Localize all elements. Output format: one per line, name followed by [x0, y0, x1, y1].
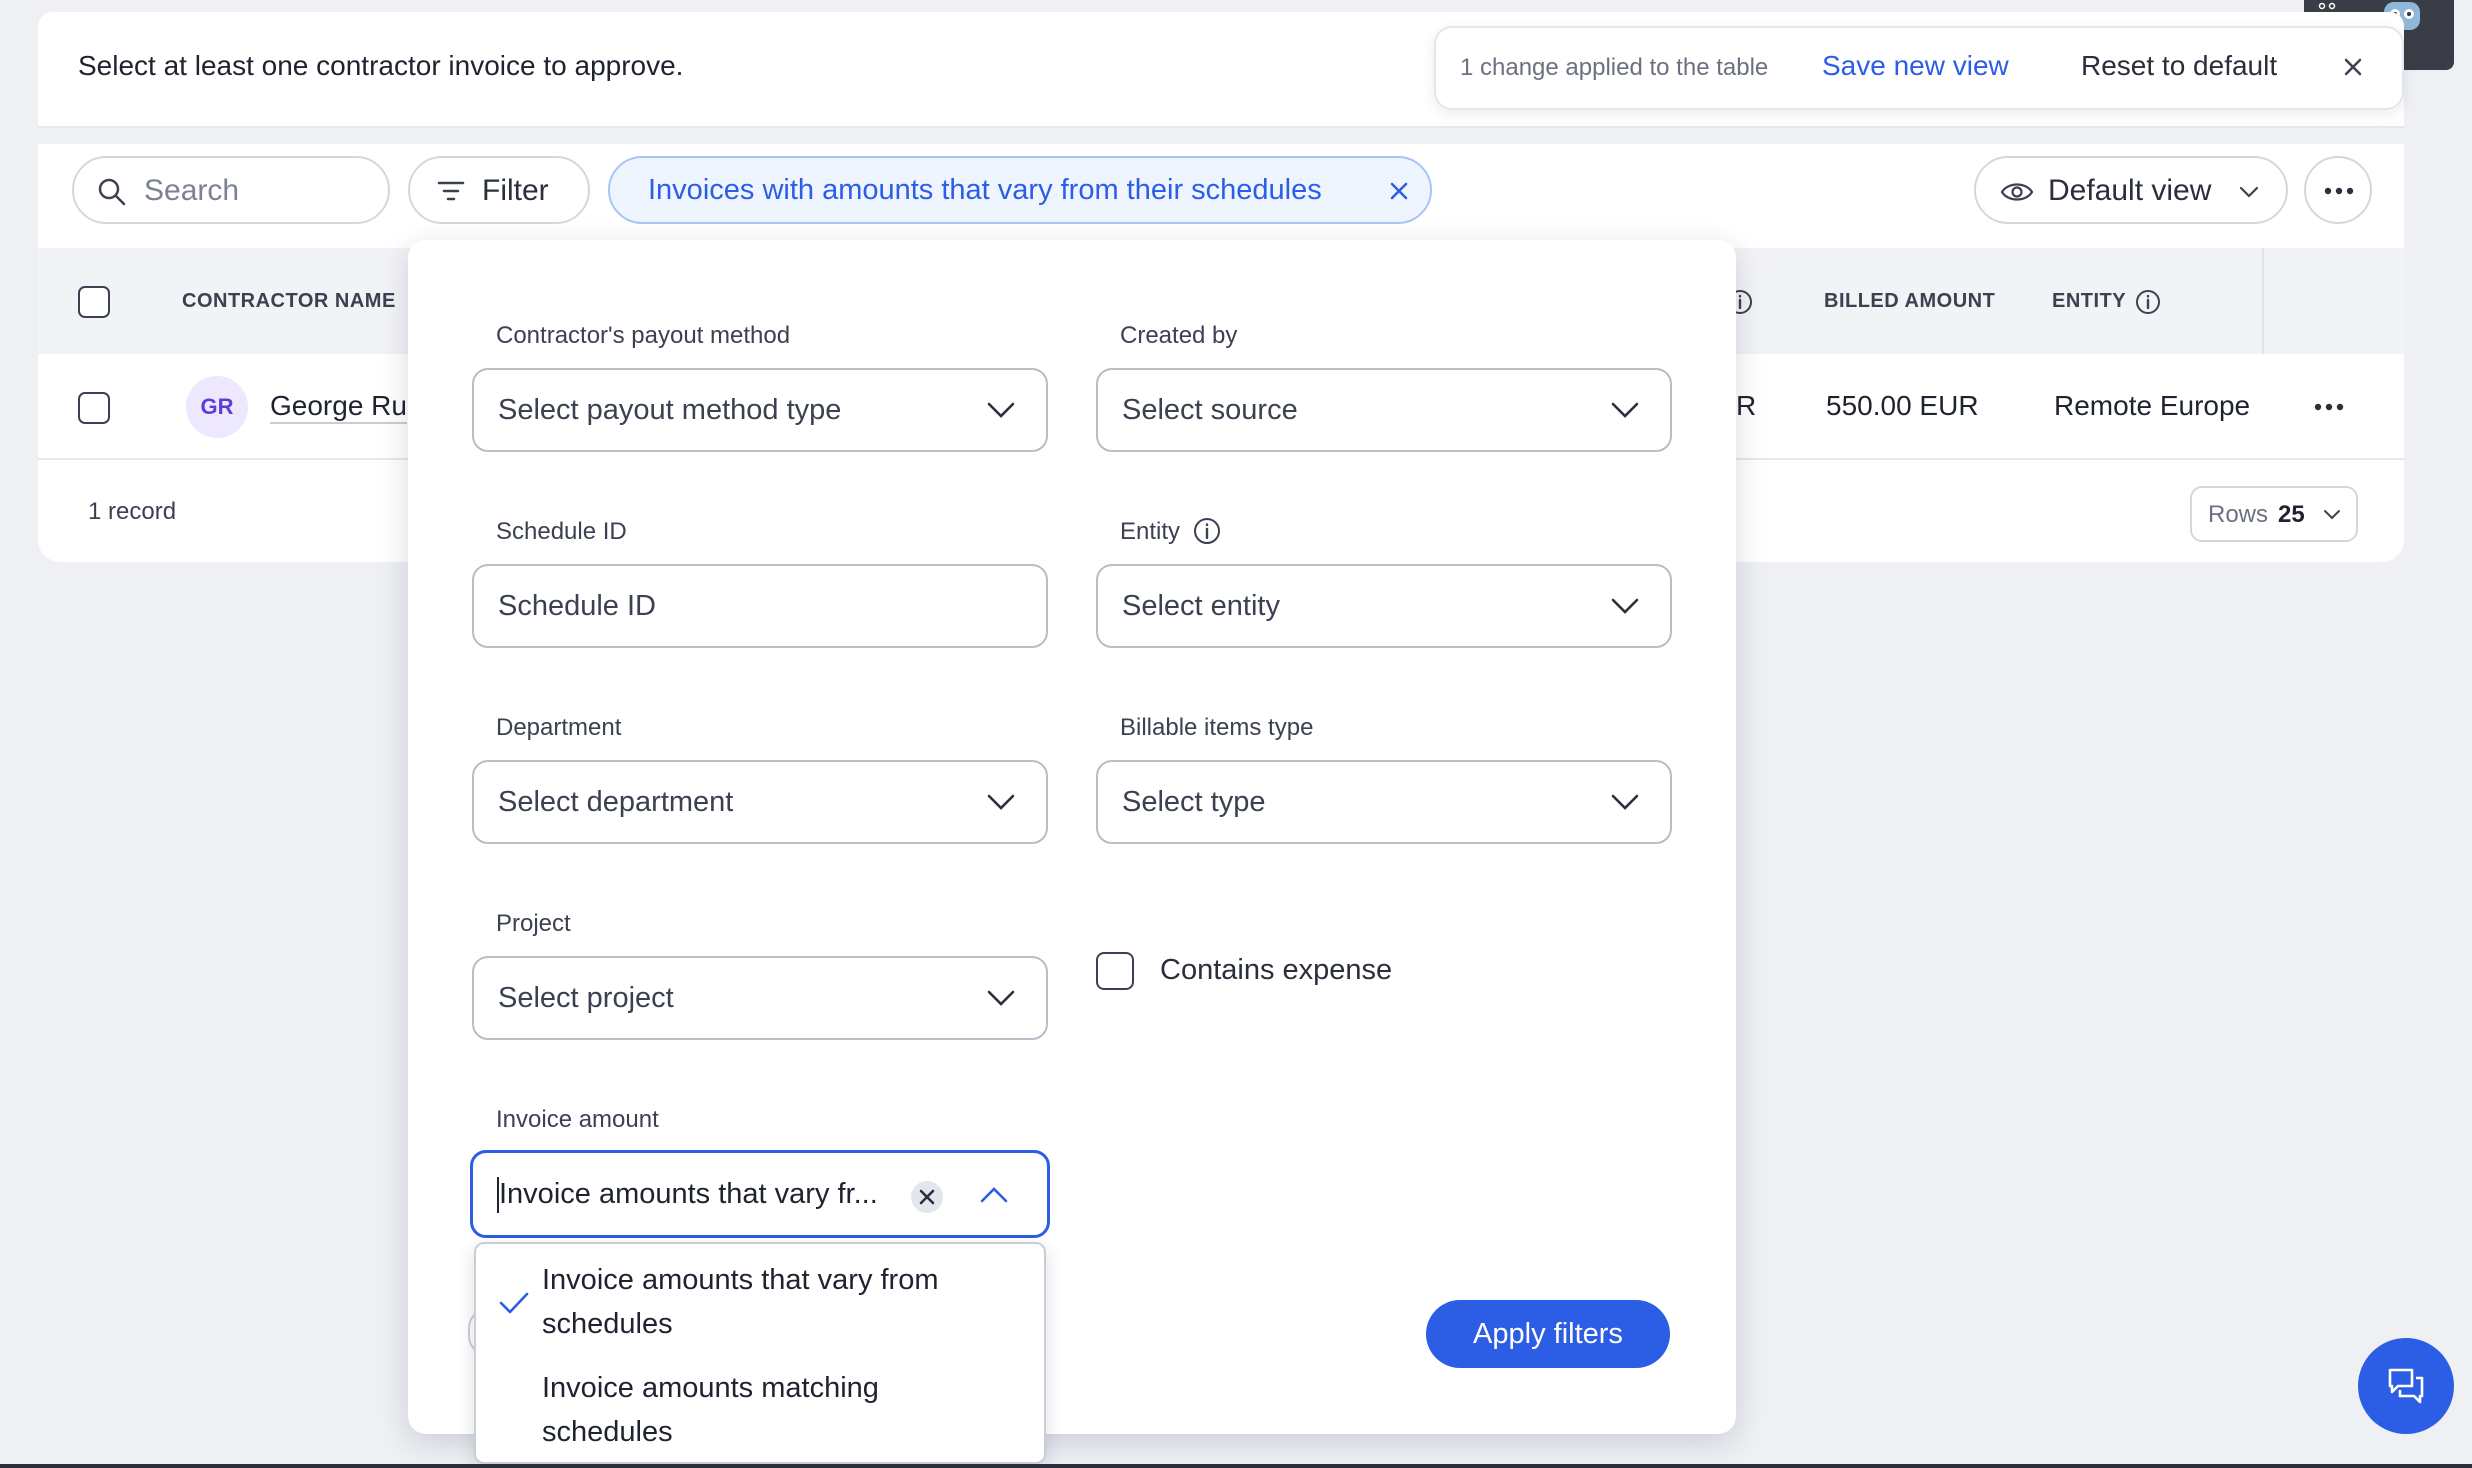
dropdown-option-matching-line1: Invoice amounts matching	[542, 1372, 879, 1404]
chevron-down-icon	[2324, 510, 2340, 520]
project-placeholder: Select project	[498, 982, 674, 1014]
active-filter-chip-label: Invoices with amounts that vary from the…	[648, 174, 1322, 206]
dropdown-option-vary-line2: schedules	[542, 1308, 673, 1340]
billed-amount-cell: 550.00 EUR	[1826, 390, 1979, 421]
dropdown-option-matching-line2: schedules	[542, 1416, 673, 1448]
created-by-placeholder: Select source	[1122, 394, 1298, 426]
chevron-down-icon	[987, 990, 1015, 1006]
created-by-label: Created by	[1120, 322, 1238, 349]
department-select[interactable]: Select department	[472, 760, 1048, 844]
contains-expense-checkbox[interactable]	[1096, 952, 1134, 990]
chevron-down-icon	[987, 794, 1015, 810]
entity-label: Entity	[1120, 518, 1181, 545]
reset-to-default-button[interactable]: Reset to default	[2081, 50, 2277, 82]
info-icon	[2136, 290, 2160, 314]
view-selector[interactable]: Default view	[1974, 156, 2288, 224]
view-label: Default view	[2048, 174, 2212, 207]
chat-button[interactable]	[2358, 1338, 2454, 1434]
invoice-amount-label: Invoice amount	[496, 1106, 659, 1133]
invoice-amount-select[interactable]: Invoice amounts that vary fr...	[470, 1150, 1050, 1238]
rows-per-page-select[interactable]: Rows 25	[2190, 486, 2358, 542]
checkmark-icon	[499, 1292, 529, 1314]
chevron-down-icon	[1611, 598, 1639, 614]
chat-icon	[2388, 1368, 2424, 1404]
avatar: GR	[186, 376, 248, 438]
project-select[interactable]: Select project	[472, 956, 1048, 1040]
active-filter-chip[interactable]: Invoices with amounts that vary from the…	[608, 156, 1432, 224]
more-icon	[2324, 187, 2354, 195]
created-by-select[interactable]: Select source	[1096, 368, 1672, 452]
entity-select[interactable]: Select entity	[1096, 564, 1672, 648]
rows-label: Rows	[2208, 501, 2269, 528]
chevron-down-icon	[1611, 794, 1639, 810]
eye-icon	[2000, 183, 2034, 201]
search-input[interactable]: Search	[72, 156, 390, 224]
select-all-checkbox[interactable]	[78, 286, 110, 318]
payout-method-placeholder: Select payout method type	[498, 394, 842, 426]
search-placeholder: Search	[144, 174, 240, 207]
changes-count-text: 1 change applied to the table	[1460, 54, 1769, 81]
invoice-amount-dropdown: Invoice amounts that vary from schedules…	[474, 1242, 1046, 1464]
save-new-view-button[interactable]: Save new view	[1822, 50, 2009, 82]
entity-cell: Remote Europe	[2054, 390, 2251, 421]
close-icon[interactable]	[1386, 178, 1412, 204]
column-divider	[2262, 248, 2264, 354]
filter-panel: Contractor's payout method Select payout…	[408, 240, 1736, 1464]
contractor-name-link[interactable]: George Ru	[270, 390, 407, 424]
filter-button[interactable]: Filter	[408, 156, 590, 224]
billable-items-placeholder: Select type	[1122, 786, 1266, 818]
department-label: Department	[496, 714, 622, 741]
column-entity[interactable]: ENTITY	[2052, 290, 2126, 313]
chevron-down-icon	[1611, 402, 1639, 418]
department-placeholder: Select department	[498, 786, 734, 818]
filter-icon	[437, 181, 465, 201]
column-billed-amount[interactable]: BILLED AMOUNT	[1824, 290, 1995, 313]
apply-filters-button[interactable]: Apply filters	[1426, 1300, 1670, 1368]
filter-label: Filter	[482, 174, 549, 207]
info-icon	[1194, 518, 1220, 544]
contains-expense-label: Contains expense	[1160, 954, 1393, 986]
billable-items-select[interactable]: Select type	[1096, 760, 1672, 844]
column-contractor-name[interactable]: CONTRACTOR NAME	[182, 290, 396, 313]
chevron-up-icon[interactable]	[979, 1183, 1009, 1207]
schedule-id-input[interactable]: Schedule ID	[472, 564, 1048, 648]
chevron-down-icon	[2239, 186, 2259, 198]
more-options-button[interactable]	[2304, 156, 2372, 224]
chevron-down-icon	[987, 402, 1015, 418]
schedule-id-label: Schedule ID	[496, 518, 627, 545]
invoice-amount-value: Invoice amounts that vary fr...	[499, 1178, 878, 1210]
view-changes-popup: 1 change applied to the table Save new v…	[1434, 26, 2404, 110]
banner-message: Select at least one contractor invoice t…	[78, 50, 684, 81]
row-actions-icon[interactable]	[2314, 402, 2344, 412]
entity-placeholder: Select entity	[1122, 590, 1280, 622]
partial-cell: R	[1736, 390, 1757, 421]
row-checkbox[interactable]	[78, 392, 110, 424]
record-count: 1 record	[88, 498, 177, 525]
payout-method-label: Contractor's payout method	[496, 322, 791, 349]
clear-icon[interactable]	[909, 1179, 945, 1215]
rows-value: 25	[2278, 501, 2305, 528]
search-icon	[98, 178, 126, 206]
close-icon[interactable]	[2336, 50, 2370, 84]
dropdown-option-vary[interactable]: Invoice amounts that vary from schedules	[476, 1250, 1044, 1354]
bottom-edge	[0, 1464, 2472, 1468]
dropdown-option-matching[interactable]: Invoice amounts matching schedules	[476, 1358, 1044, 1462]
schedule-id-placeholder: Schedule ID	[498, 590, 656, 622]
dropdown-option-vary-line1: Invoice amounts that vary from	[542, 1264, 939, 1296]
project-label: Project	[496, 910, 571, 937]
billable-items-label: Billable items type	[1120, 714, 1314, 741]
payout-method-select[interactable]: Select payout method type	[472, 368, 1048, 452]
